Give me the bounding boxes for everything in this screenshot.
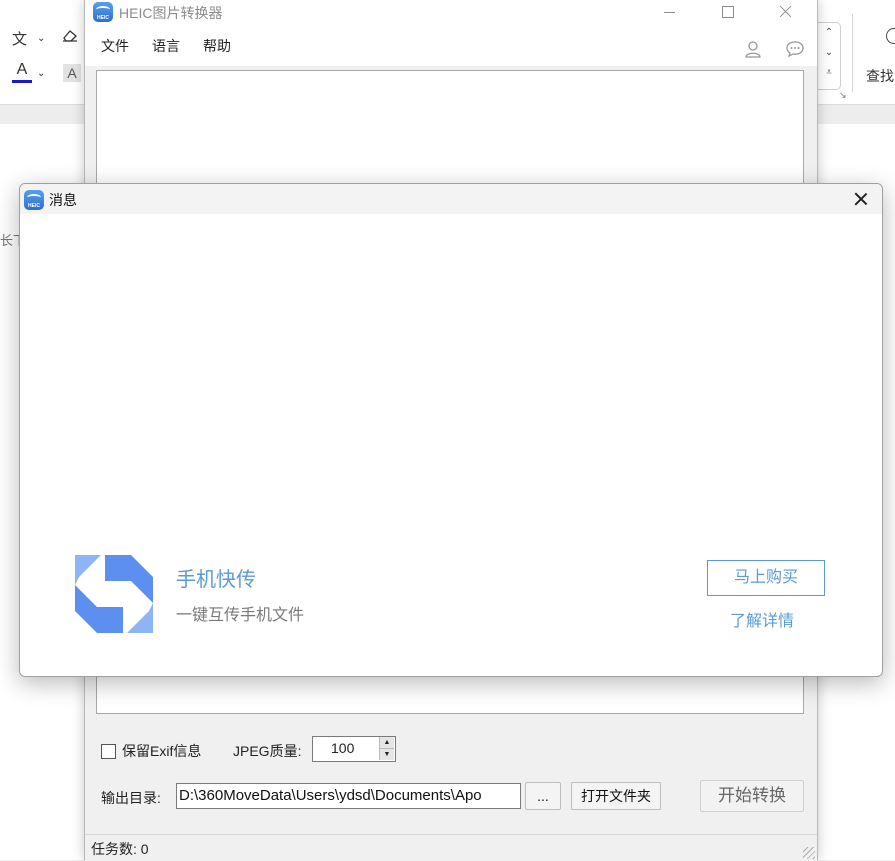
- dialog-title: 消息: [49, 192, 77, 208]
- menu-file[interactable]: 文件: [101, 36, 129, 56]
- pinyin-guide-icon[interactable]: 文: [12, 28, 27, 49]
- style-gallery-scroll[interactable]: ⌃ ⌄ ⩡: [818, 22, 841, 90]
- ad-title[interactable]: 手机快传: [176, 563, 256, 592]
- close-button[interactable]: [763, 0, 809, 26]
- heic-app-icon: HEIC: [93, 2, 113, 22]
- chevron-down-icon[interactable]: ⌄: [37, 33, 45, 44]
- title-bar[interactable]: HEIC HEIC图片转换器: [85, 0, 817, 26]
- jpeg-quality-label: JPEG质量:: [233, 743, 302, 759]
- jpeg-quality-spinbox[interactable]: 100 ▲ ▼: [312, 736, 396, 762]
- status-bar: 任务数: 0: [85, 834, 817, 861]
- chevron-down-icon[interactable]: ⌄: [818, 43, 840, 63]
- message-dialog: HEIC 消息 手机快传 一键互传手机文件 马上购买 了解详情: [19, 183, 883, 677]
- spin-up-icon[interactable]: ▲: [379, 737, 394, 749]
- heic-app-icon: HEIC: [24, 190, 44, 210]
- browse-button[interactable]: ...: [525, 782, 561, 810]
- chevron-down-icon[interactable]: ⌄: [37, 68, 45, 79]
- font-color-icon[interactable]: A: [12, 62, 32, 84]
- font-color-glyph: A: [16, 61, 28, 78]
- keep-exif-checkbox[interactable]: [101, 743, 116, 759]
- menu-language[interactable]: 语言: [152, 36, 180, 56]
- dialog-launcher-icon[interactable]: ↘: [839, 90, 847, 101]
- user-icon[interactable]: [744, 40, 762, 58]
- open-folder-button[interactable]: 打开文件夹: [571, 782, 661, 810]
- spin-down-icon[interactable]: ▼: [379, 749, 394, 760]
- character-border-icon[interactable]: A: [63, 64, 81, 82]
- find-icon[interactable]: [886, 28, 895, 44]
- task-count-status: 任务数: 0: [91, 841, 149, 857]
- window-title: HEIC图片转换器: [119, 5, 223, 21]
- dialog-close-button[interactable]: [844, 185, 878, 213]
- output-dir-label: 输出目录:: [101, 790, 161, 806]
- ad-subtitle: 一键互传手机文件: [176, 607, 305, 624]
- jpeg-quality-value[interactable]: 100: [331, 740, 354, 756]
- chat-icon[interactable]: [785, 40, 805, 58]
- learn-more-link[interactable]: 了解详情: [730, 607, 794, 631]
- start-convert-button[interactable]: 开始转换: [700, 780, 804, 812]
- app-icon-text: HEIC: [97, 15, 109, 21]
- expand-gallery-icon[interactable]: ⩡: [818, 63, 840, 83]
- phone-transfer-logo-icon[interactable]: [75, 555, 153, 633]
- eraser-icon[interactable]: [62, 28, 78, 42]
- chevron-up-icon[interactable]: ⌃: [818, 23, 840, 43]
- output-dir-field[interactable]: D:\360MoveData\Users\ydsd\Documents\Apo: [176, 783, 521, 809]
- dialog-icon-text: HEIC: [28, 203, 40, 209]
- menu-bar: 文件 语言 帮助: [85, 26, 817, 66]
- ribbon-divider: [852, 14, 853, 92]
- maximize-button[interactable]: [705, 0, 751, 26]
- pinyin-guide-char: 文: [12, 31, 28, 48]
- resize-grip-icon[interactable]: [803, 847, 815, 859]
- buy-now-button[interactable]: 马上购买: [707, 560, 825, 596]
- keep-exif-option[interactable]: 保留Exif信息: [101, 741, 201, 761]
- find-label[interactable]: 查找: [866, 66, 894, 86]
- keep-exif-label: 保留Exif信息: [122, 743, 202, 759]
- menu-help[interactable]: 帮助: [203, 36, 231, 56]
- dialog-title-bar[interactable]: HEIC 消息: [20, 184, 882, 214]
- font-color-bar: [12, 80, 32, 83]
- minimize-button[interactable]: [647, 0, 693, 26]
